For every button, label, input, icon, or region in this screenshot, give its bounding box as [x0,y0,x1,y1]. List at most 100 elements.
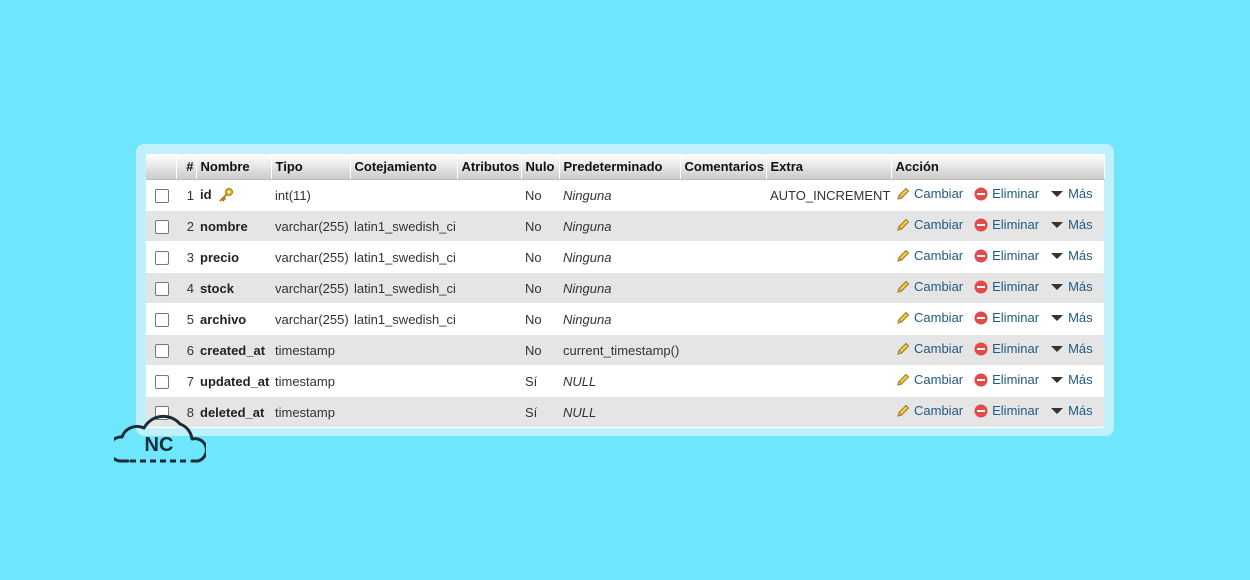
column-type: varchar(255) [271,210,350,242]
row-checkbox[interactable] [155,343,169,358]
table-body: 1 id int(11) No Ninguna AUTO_INCREMENT Cambiar… [146,179,1104,428]
column-default: Ninguna [559,179,680,211]
delete-button[interactable]: Eliminar [973,341,1039,357]
delete-icon [974,218,988,231]
column-null: No [521,210,559,242]
header-atributos[interactable]: Atributos [457,154,522,180]
change-button[interactable]: Cambiar [895,310,963,326]
more-button[interactable]: Más [1049,372,1093,388]
column-default: Ninguna [559,210,680,242]
change-button-label: Cambiar [914,217,964,232]
more-button[interactable]: Más [1049,248,1093,264]
column-type: varchar(255) [271,272,350,304]
more-button[interactable]: Más [1049,310,1093,326]
column-name: stock [196,272,271,304]
row-checkbox-cell [146,241,176,273]
triangle-down-icon [1051,407,1064,414]
column-name: created_at [196,334,271,366]
row-checkbox[interactable] [155,219,169,234]
row-checkbox[interactable] [155,374,169,389]
more-button[interactable]: Más [1049,217,1093,233]
more-button[interactable]: Más [1049,341,1093,357]
change-button[interactable]: Cambiar [895,279,963,295]
column-comments [680,396,766,428]
triangle-down-icon [1051,376,1064,383]
column-actions: Cambiar Eliminar Más [891,365,1104,397]
header-comentarios[interactable]: Comentarios [680,154,767,180]
delete-button[interactable]: Eliminar [973,372,1039,388]
delete-icon [974,342,988,355]
delete-button[interactable]: Eliminar [973,403,1039,419]
table-row: 3 precio varchar(255) latin1_swedish_ci No Ni… [146,241,1104,273]
header-tipo[interactable]: Tipo [271,154,351,180]
more-button-label: Más [1068,217,1093,232]
column-actions: Cambiar Eliminar Más [891,396,1104,428]
delete-button[interactable]: Eliminar [973,248,1039,264]
change-button[interactable]: Cambiar [895,372,963,388]
column-name-text: created_at [200,342,266,358]
header-accion: Acción [891,154,1105,180]
change-button[interactable]: Cambiar [895,217,963,233]
header-num[interactable]: # [176,154,197,180]
column-extra [766,334,891,366]
change-button-label: Cambiar [914,186,964,201]
header-extra[interactable]: Extra [766,154,892,180]
column-attributes [457,241,521,273]
change-button[interactable]: Cambiar [895,186,963,202]
change-button[interactable]: Cambiar [895,248,963,264]
delete-icon [974,249,988,262]
delete-button-label: Eliminar [992,372,1040,387]
change-button-label: Cambiar [914,341,964,356]
row-checkbox[interactable] [155,312,169,327]
column-extra [766,272,891,304]
column-null: No [521,334,559,366]
column-comments [680,303,766,335]
delete-icon [974,404,988,417]
column-null: No [521,272,559,304]
change-button[interactable]: Cambiar [895,403,963,419]
row-number: 4 [176,272,196,304]
triangle-down-icon [1051,190,1064,197]
column-actions: Cambiar Eliminar Más [891,241,1104,273]
table-row: 4 stock varchar(255) latin1_swedish_ci No Nin… [146,272,1104,304]
more-button[interactable]: Más [1049,403,1093,419]
change-button[interactable]: Cambiar [895,341,963,357]
delete-button[interactable]: Eliminar [973,217,1039,233]
more-button-label: Más [1068,279,1093,294]
column-attributes [457,210,521,242]
row-checkbox[interactable] [155,188,169,203]
column-type: varchar(255) [271,303,350,335]
delete-button[interactable]: Eliminar [973,310,1039,326]
column-comments [680,241,766,273]
row-checkbox[interactable] [155,250,169,265]
column-comments [680,365,766,397]
column-collation: latin1_swedish_ci [350,303,457,335]
header-nombre[interactable]: Nombre [196,154,272,180]
more-button[interactable]: Más [1049,186,1093,202]
column-name: nombre [196,210,271,242]
column-attributes [457,272,521,304]
pencil-icon [897,373,910,386]
row-checkbox-cell [146,334,176,366]
table-row: 6 created_at timestamp No current_timestamp(… [146,334,1104,366]
header-nulo[interactable]: Nulo [521,154,560,180]
delete-button[interactable]: Eliminar [973,186,1039,202]
column-name-text: deleted_at [200,404,265,420]
pencil-icon [897,218,910,231]
column-extra [766,210,891,242]
row-checkbox[interactable] [155,281,169,296]
pencil-icon [897,187,910,200]
column-null: No [521,303,559,335]
change-button-label: Cambiar [914,403,964,418]
row-checkbox-cell [146,303,176,335]
column-name: deleted_at [196,396,271,428]
delete-button[interactable]: Eliminar [973,279,1039,295]
header-cotejamiento[interactable]: Cotejamiento [350,154,458,180]
header-predeterminado[interactable]: Predeterminado [559,154,681,180]
header-checkbox [146,154,177,180]
pencil-icon [897,249,910,262]
column-attributes [457,396,521,428]
column-attributes [457,179,521,211]
more-button[interactable]: Más [1049,279,1093,295]
column-type: timestamp [271,365,350,397]
